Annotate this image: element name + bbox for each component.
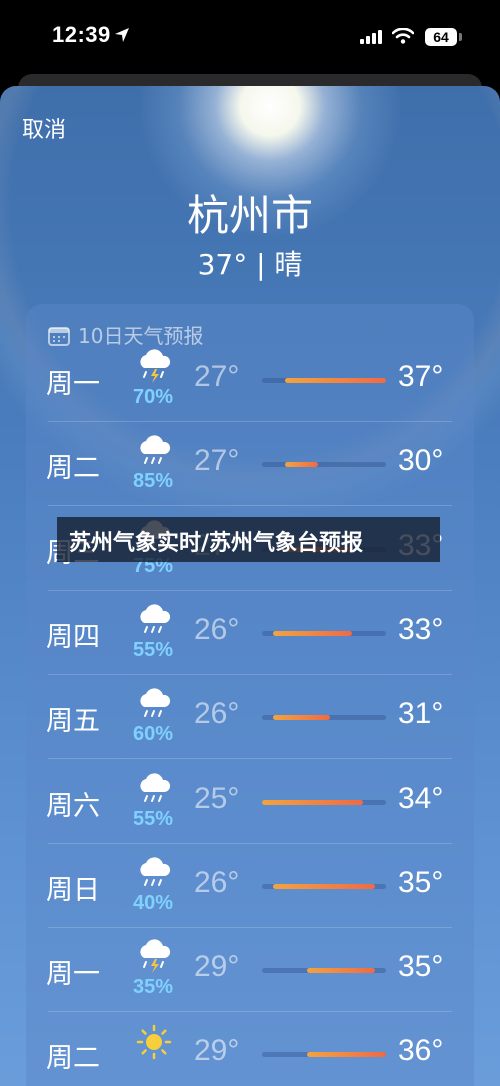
- high-temp: 35°: [398, 865, 444, 899]
- battery-tip: [459, 33, 462, 41]
- day-label: 周一: [46, 959, 100, 991]
- temp-range-track: [262, 968, 386, 974]
- weather-sheet: 取消 杭州市 37° | 晴 10日天气预报 周一 70% 27° 37° 周二 85% 2…: [0, 86, 500, 1086]
- forecast-row: 周一 70% 27° 37°: [26, 338, 474, 422]
- forecast-row: 周一 35% 29° 35°: [26, 928, 474, 1013]
- sun-icon: [134, 1022, 174, 1066]
- temp-range-track: [262, 462, 386, 468]
- forecast-row: 周四 55% 26° 33°: [26, 591, 474, 675]
- low-temp: 26°: [194, 697, 240, 731]
- high-temp: 35°: [398, 950, 444, 984]
- low-temp: 25°: [194, 781, 240, 815]
- day-label: 周一: [46, 369, 100, 400]
- precip-chance: 55%: [132, 638, 174, 661]
- low-temp: 27°: [194, 360, 240, 393]
- temp-range-track: [262, 715, 386, 721]
- temp-range-fill: [284, 462, 319, 468]
- high-temp: 30°: [398, 444, 444, 478]
- day-label: 周五: [46, 706, 100, 738]
- temp-range-track: [262, 883, 386, 889]
- caption-banner: 苏州气象实时/苏州气象台预报: [57, 517, 440, 562]
- high-temp: 36°: [398, 1034, 444, 1068]
- location-arrow-icon: [115, 28, 129, 42]
- low-temp: 29°: [194, 950, 240, 984]
- temp-range-fill: [307, 968, 375, 974]
- day-label: 周二: [46, 1043, 100, 1075]
- high-temp: 31°: [398, 697, 444, 731]
- temp-range-fill: [273, 715, 330, 721]
- high-temp: 34°: [398, 781, 444, 815]
- day-label: 周二: [46, 453, 100, 485]
- temp-range-track: [262, 799, 386, 805]
- temp-range-track: [262, 378, 386, 383]
- status-time: 12:39: [52, 22, 111, 47]
- temp-range-track: [262, 630, 386, 636]
- low-temp: 29°: [194, 1034, 240, 1068]
- temp-range-fill: [273, 630, 353, 636]
- forecast-row: 周五 60% 26° 31°: [26, 675, 474, 760]
- temp-range-fill: [262, 799, 364, 805]
- signal-icon: [360, 30, 382, 44]
- high-temp: 37°: [398, 360, 444, 393]
- temp-range-track: [262, 1052, 386, 1058]
- temp-range-fill: [273, 883, 375, 889]
- temp-range-fill: [307, 1052, 386, 1058]
- status-bar: 12:39 64: [0, 0, 500, 75]
- temp-range-fill: [284, 378, 386, 383]
- day-label: 周日: [46, 874, 100, 906]
- cancel-button[interactable]: 取消: [22, 112, 66, 144]
- precip-chance: 55%: [132, 807, 174, 830]
- precip-chance: 85%: [132, 470, 174, 493]
- current-conditions: 37° | 晴: [197, 248, 303, 281]
- forecast-row: 周二 85% 27° 30°: [26, 422, 474, 507]
- wifi-icon: [392, 28, 414, 44]
- battery-icon: 64: [425, 28, 457, 46]
- day-label: 周四: [46, 621, 100, 653]
- precip-chance: 60%: [132, 723, 174, 746]
- forecast-row: 周六 55% 25° 34°: [26, 760, 474, 844]
- caption-text: 苏州气象实时/苏州气象台预报: [69, 531, 364, 556]
- low-temp: 26°: [194, 865, 240, 899]
- forecast-row: 周二 29° 36°: [26, 1012, 474, 1086]
- high-temp: 33°: [398, 612, 444, 646]
- forecast-row: 周日 40% 26° 35°: [26, 844, 474, 928]
- precip-chance: 40%: [132, 891, 174, 914]
- city-name: 杭州市: [186, 191, 313, 240]
- day-label: 周六: [46, 790, 100, 822]
- precip-chance: 70%: [132, 386, 174, 408]
- precip-chance: 35%: [132, 976, 174, 999]
- low-temp: 27°: [194, 444, 240, 478]
- low-temp: 26°: [194, 612, 240, 646]
